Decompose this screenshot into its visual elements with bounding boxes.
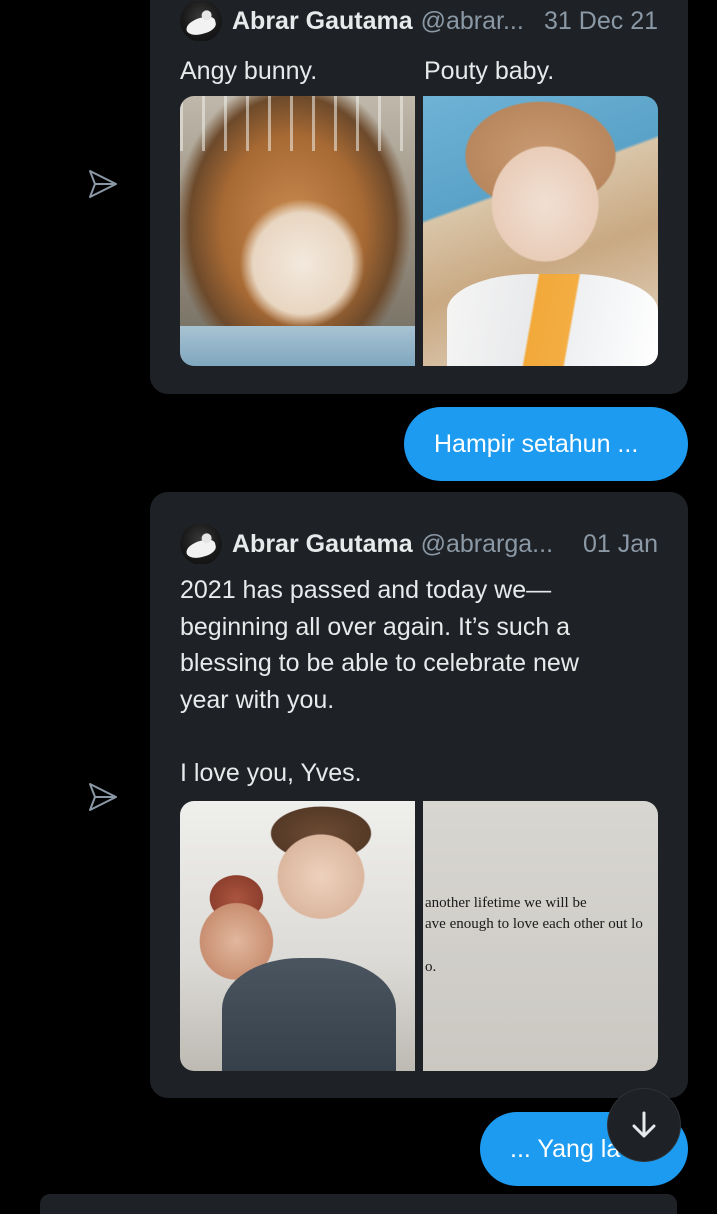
book-line-1: another lifetime we will be <box>425 895 587 911</box>
quoted-tweet-card-2[interactable]: Abrar Gautama @abrarga... 01 Jan 2021 ha… <box>150 492 688 1098</box>
scroll-to-bottom-button[interactable] <box>608 1089 680 1161</box>
sent-message-bubble[interactable]: Hampir setahun ... <box>404 407 688 481</box>
message-text: Hampir setahun ... <box>434 429 639 458</box>
send-icon[interactable] <box>86 167 120 201</box>
tweet-header: Abrar Gautama @abrar... 31 Dec 21 <box>180 1 658 41</box>
avatar <box>180 1 222 41</box>
tweet-caption-left: Angy bunny. <box>180 57 318 85</box>
tweet-text: 2021 has passed and today we— beginning … <box>180 576 579 787</box>
tweet-header: Abrar Gautama @abrarga... 01 Jan <box>180 524 658 564</box>
bunny-photo[interactable] <box>180 96 415 366</box>
tweet-date: 01 Jan <box>582 529 658 558</box>
pouty-photo[interactable] <box>423 96 658 366</box>
arrow-down-icon <box>632 1111 656 1138</box>
author-handle: @abrarga... <box>420 529 554 558</box>
book-page-photo[interactable]: another lifetime we will be ave enough t… <box>423 801 658 1071</box>
tweet-caption-right: Pouty baby. <box>424 57 555 85</box>
send-icon[interactable] <box>86 780 120 814</box>
media-grid: another lifetime we will be ave enough t… <box>180 801 658 1071</box>
avatar <box>180 524 222 564</box>
author-handle: @abrar... <box>420 6 524 35</box>
author-name: Abrar Gautama <box>232 6 413 35</box>
message-text: ... Yang la <box>510 1134 621 1163</box>
book-line-3: o. <box>425 959 437 975</box>
quoted-tweet-card-1[interactable]: Abrar Gautama @abrar... 31 Dec 21 Angy b… <box>150 0 688 394</box>
tweet-date: 31 Dec 21 <box>544 6 658 35</box>
composer-edge <box>40 1194 677 1214</box>
book-line-2: ave enough to love each other out lo <box>425 916 643 932</box>
author-name: Abrar Gautama <box>232 529 413 558</box>
selfie-photo[interactable] <box>180 801 415 1071</box>
media-grid <box>180 96 658 366</box>
